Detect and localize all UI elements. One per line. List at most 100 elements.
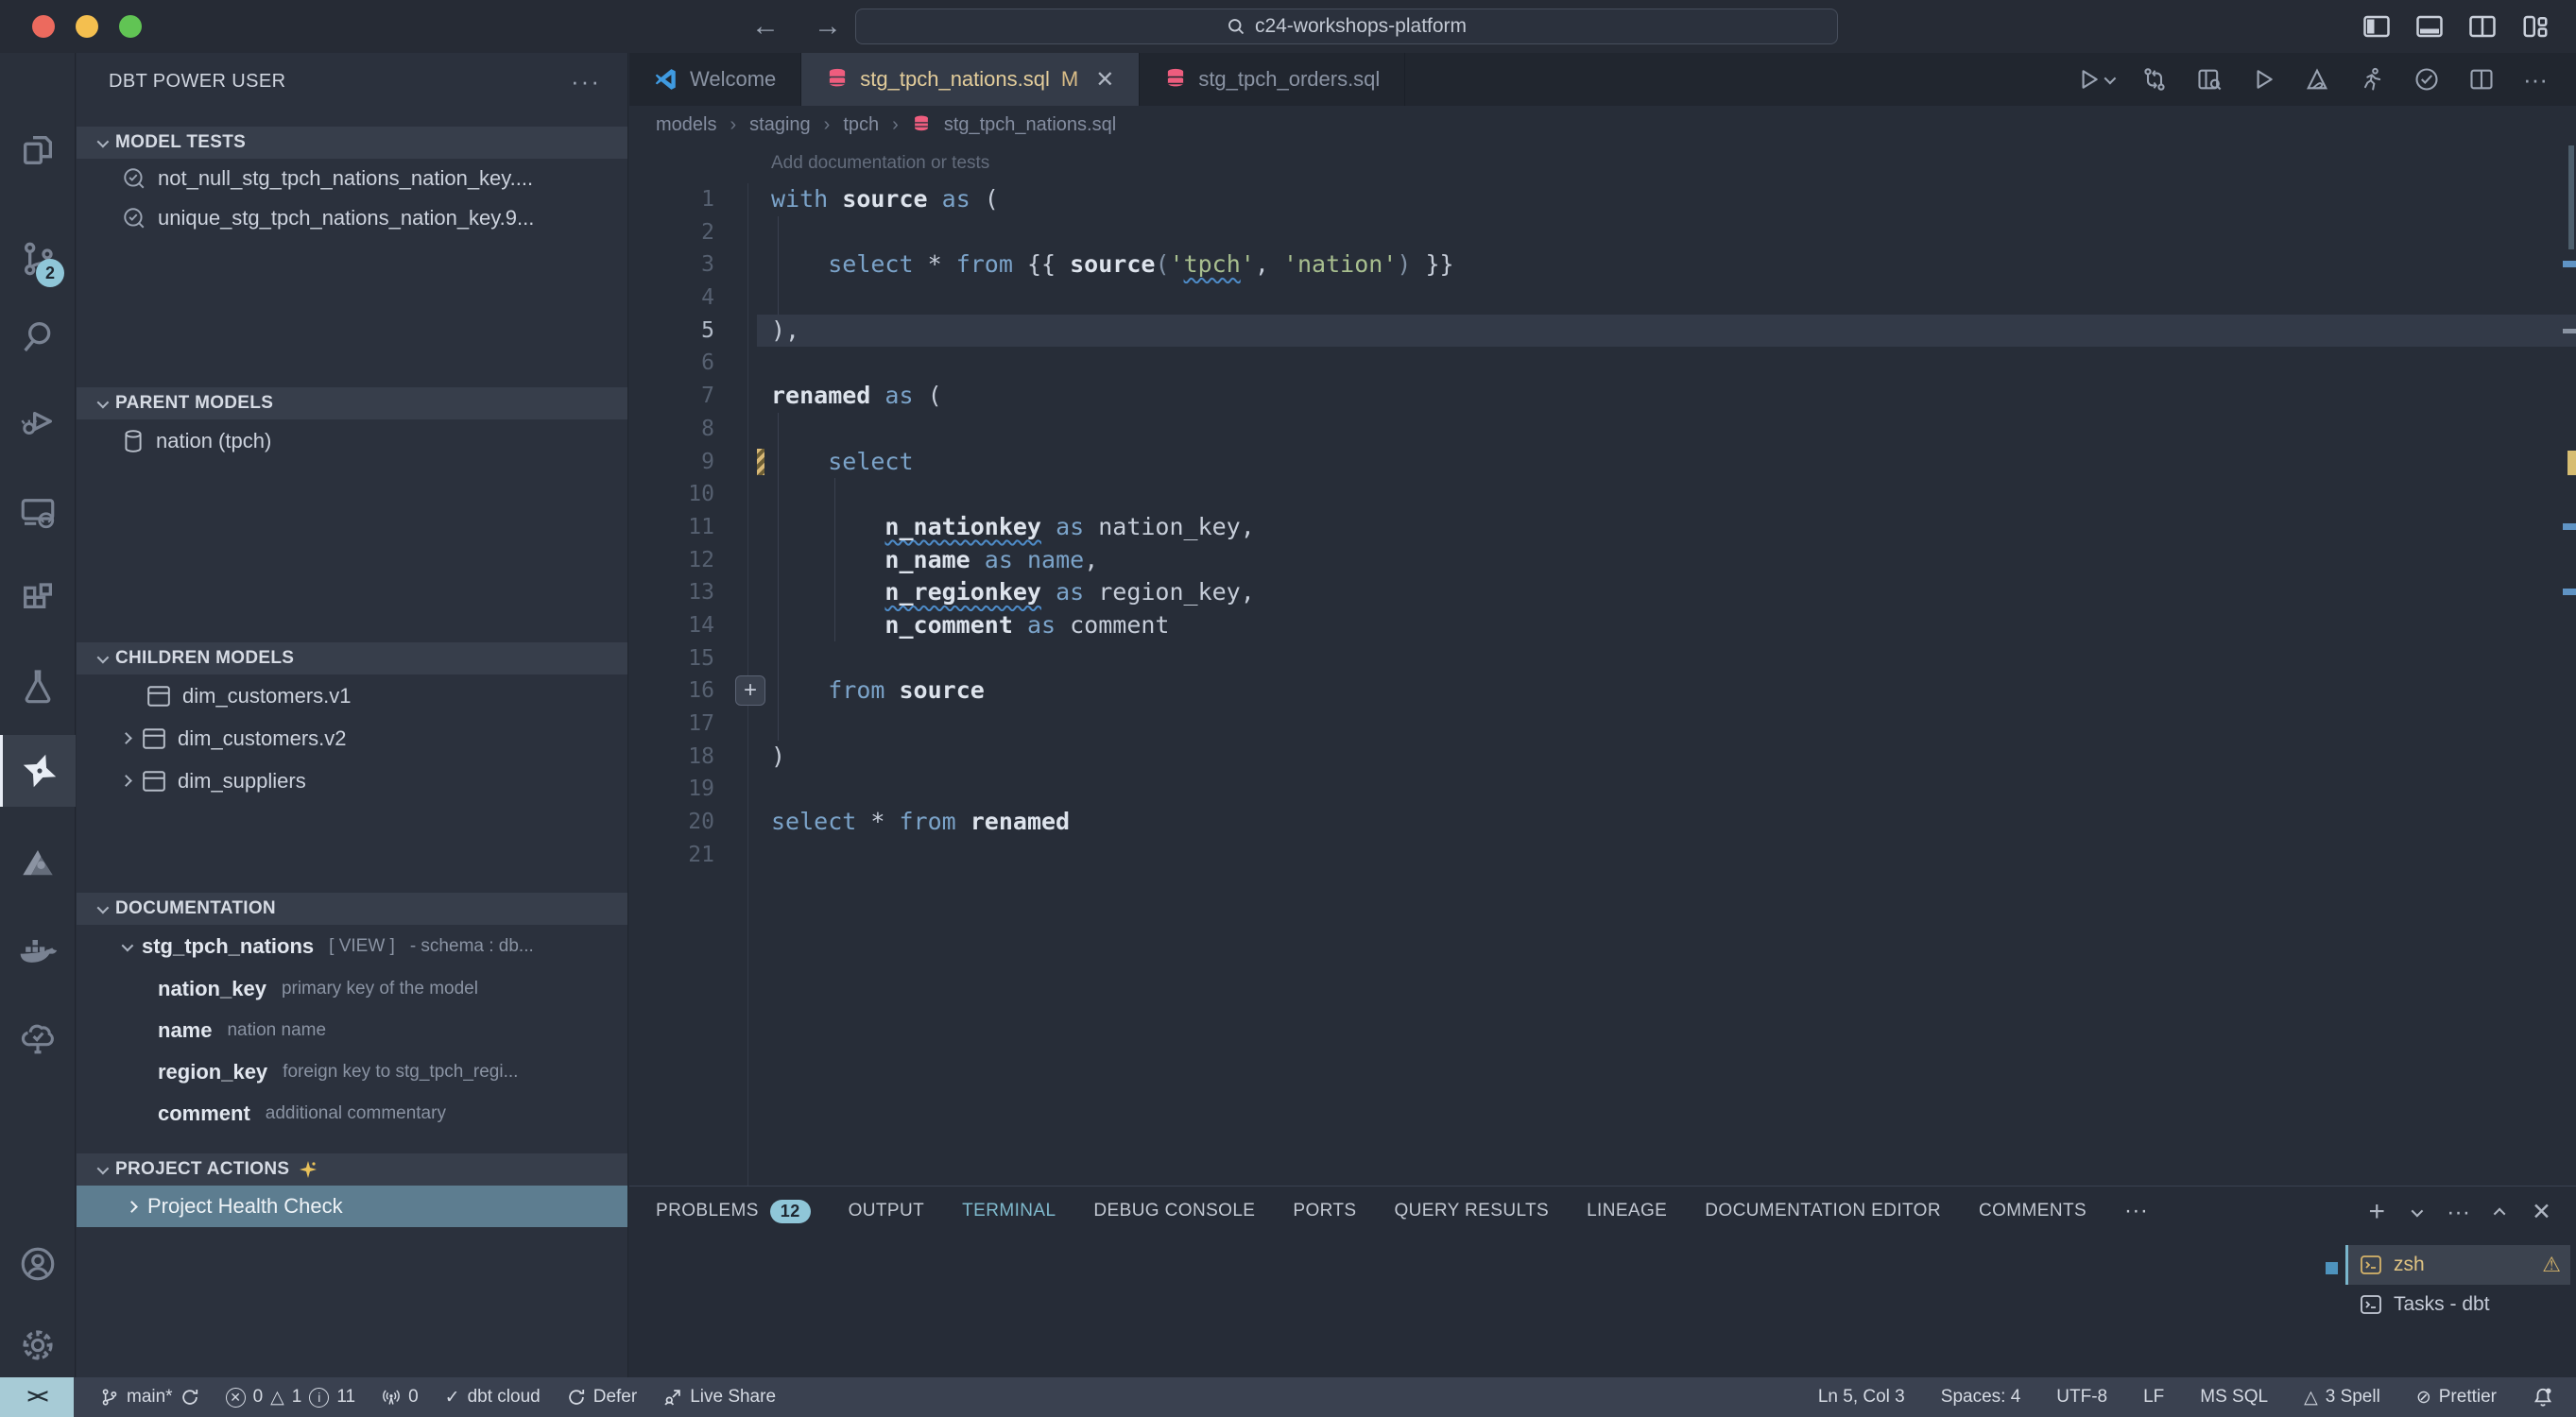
project-health-check-item[interactable]: Project Health Check xyxy=(77,1186,627,1227)
dbt-power-user-icon[interactable] xyxy=(0,735,76,807)
code-line[interactable]: 15 xyxy=(629,642,2576,675)
tab-stg-tpch-nations[interactable]: stg_tpch_nations.sql M ✕ xyxy=(801,53,1140,106)
remote-indicator[interactable]: >< xyxy=(0,1377,74,1417)
panel-tab-documentation-editor[interactable]: DOCUMENTATION EDITOR xyxy=(1705,1201,1941,1221)
code-line[interactable]: 16+ from source xyxy=(629,674,2576,708)
dependency-tree-icon[interactable] xyxy=(0,1001,76,1073)
terminal-instance-zsh[interactable]: zsh ⚠ xyxy=(2345,1245,2570,1285)
toggle-secondary-sidebar-icon[interactable] xyxy=(2468,12,2497,41)
section-parent-models[interactable]: PARENT MODELS xyxy=(77,387,627,419)
dbt-a-icon[interactable] xyxy=(2304,66,2330,93)
close-tab-icon[interactable]: ✕ xyxy=(1095,66,1114,94)
gutter[interactable] xyxy=(714,216,771,249)
gutter[interactable] xyxy=(714,544,771,577)
code-line[interactable]: 12 n_name as name, xyxy=(629,544,2576,577)
section-documentation[interactable]: DOCUMENTATION xyxy=(77,893,627,925)
encoding-status[interactable]: UTF-8 xyxy=(2056,1387,2107,1408)
toggle-sidebar-icon[interactable] xyxy=(2362,12,2391,41)
gutter[interactable] xyxy=(714,642,771,675)
terminal-dropdown-icon[interactable] xyxy=(2412,1204,2424,1217)
doc-column-row[interactable]: name nation name xyxy=(77,1010,627,1051)
code-line[interactable]: 8 xyxy=(629,413,2576,446)
lineage-icon[interactable] xyxy=(2141,66,2168,93)
gutter[interactable]: + xyxy=(714,674,771,708)
code-line[interactable]: 13 n_regionkey as region_key, xyxy=(629,576,2576,609)
gutter[interactable] xyxy=(714,446,771,479)
child-model-item[interactable]: dim_customers.v2 xyxy=(77,717,627,760)
editor-scrollbar[interactable] xyxy=(2568,145,2574,249)
problems-status[interactable]: ✕0 △1 i11 xyxy=(226,1387,356,1408)
close-window-button[interactable] xyxy=(32,15,55,38)
defer-status[interactable]: Defer xyxy=(567,1387,637,1408)
maximize-panel-icon[interactable] xyxy=(2494,1207,2506,1220)
settings-gear-icon[interactable] xyxy=(0,1309,76,1381)
source-control-icon[interactable]: 2 xyxy=(0,223,76,295)
model-test-item[interactable]: not_null_stg_tpch_nations_nation_key.... xyxy=(77,159,627,198)
branch-status[interactable]: main* xyxy=(100,1387,199,1408)
gutter[interactable] xyxy=(714,741,771,774)
more-actions-icon[interactable]: ··· xyxy=(2523,65,2548,94)
code-line[interactable]: 4 xyxy=(629,282,2576,315)
gutter[interactable] xyxy=(714,478,771,511)
child-model-item[interactable]: dim_customers.v1 xyxy=(77,674,627,717)
gutter[interactable] xyxy=(714,609,771,642)
add-gutter-button[interactable]: + xyxy=(735,675,765,706)
eol-status[interactable]: LF xyxy=(2143,1387,2164,1408)
open-preview-icon[interactable] xyxy=(2196,66,2223,93)
spell-checker-status[interactable]: △3 Spell xyxy=(2304,1387,2380,1408)
breadcrumb-item[interactable]: tpch xyxy=(843,114,879,136)
new-terminal-icon[interactable]: + xyxy=(2369,1196,2386,1228)
panel-tab-comments[interactable]: COMMENTS xyxy=(1979,1201,2087,1221)
section-project-actions[interactable]: PROJECT ACTIONS xyxy=(77,1153,627,1186)
code-editor[interactable]: Add documentation or tests 1with source … xyxy=(629,144,2576,1238)
zoom-window-button[interactable] xyxy=(119,15,142,38)
code-line[interactable]: 14 n_comment as comment xyxy=(629,609,2576,642)
overview-ruler[interactable] xyxy=(2563,144,2576,1238)
code-line[interactable]: 2 xyxy=(629,216,2576,249)
dbt-logo-icon[interactable] xyxy=(0,828,76,899)
dbt-cloud-status[interactable]: ✓ dbt cloud xyxy=(445,1387,541,1408)
code-line[interactable]: 11 n_nationkey as nation_key, xyxy=(629,511,2576,544)
code-line[interactable]: 9 select xyxy=(629,446,2576,479)
docker-icon[interactable] xyxy=(0,914,76,986)
gutter[interactable] xyxy=(714,315,771,348)
live-share-status[interactable]: Live Share xyxy=(663,1387,776,1408)
code-line[interactable]: 18) xyxy=(629,741,2576,774)
section-model-tests[interactable]: MODEL TESTS xyxy=(77,127,627,159)
prettier-status[interactable]: ⊘Prettier xyxy=(2416,1387,2497,1408)
tab-welcome[interactable]: Welcome xyxy=(629,53,801,106)
doc-column-row[interactable]: region_key foreign key to stg_tpch_regi.… xyxy=(77,1051,627,1093)
run-debug-icon[interactable] xyxy=(0,385,76,457)
gutter[interactable] xyxy=(714,413,771,446)
notifications-bell[interactable] xyxy=(2533,1387,2553,1408)
gutter[interactable] xyxy=(714,380,771,413)
panel-tab-output[interactable]: OUTPUT xyxy=(849,1201,925,1221)
cursor-position-status[interactable]: Ln 5, Col 3 xyxy=(1818,1387,1905,1408)
forward-icon[interactable]: → xyxy=(814,10,842,43)
gutter[interactable] xyxy=(714,183,771,216)
code-line[interactable]: 10 xyxy=(629,478,2576,511)
gutter[interactable] xyxy=(714,511,771,544)
breadcrumb-item[interactable]: models xyxy=(656,114,716,136)
gutter[interactable] xyxy=(714,708,771,741)
code-line[interactable]: 7renamed as ( xyxy=(629,380,2576,413)
child-model-item[interactable]: dim_suppliers xyxy=(77,760,627,802)
split-editor-icon[interactable] xyxy=(2468,66,2495,93)
check-circle-icon[interactable] xyxy=(2413,66,2440,93)
tab-stg-tpch-orders[interactable]: stg_tpch_orders.sql xyxy=(1140,53,1405,106)
panel-tab-ports[interactable]: PORTS xyxy=(1293,1201,1356,1221)
panel-tab-lineage[interactable]: LINEAGE xyxy=(1587,1201,1667,1221)
toggle-panel-icon[interactable] xyxy=(2415,12,2444,41)
run-dropdown-button[interactable] xyxy=(2076,67,2113,92)
remote-explorer-icon[interactable] xyxy=(0,476,76,548)
code-line[interactable]: 3 select * from {{ source('tpch', 'natio… xyxy=(629,248,2576,282)
section-children-models[interactable]: CHILDREN MODELS xyxy=(77,642,627,674)
panel-tab-problems[interactable]: PROBLEMS 12 xyxy=(656,1200,811,1223)
language-mode-status[interactable]: MS SQL xyxy=(2200,1387,2268,1408)
doc-column-row[interactable]: comment additional commentary xyxy=(77,1093,627,1135)
testing-icon[interactable] xyxy=(0,650,76,722)
gutter[interactable] xyxy=(714,839,771,872)
panel-tab-query-results[interactable]: QUERY RESULTS xyxy=(1395,1201,1550,1221)
execute-icon[interactable] xyxy=(2251,67,2275,92)
gutter[interactable] xyxy=(714,248,771,282)
